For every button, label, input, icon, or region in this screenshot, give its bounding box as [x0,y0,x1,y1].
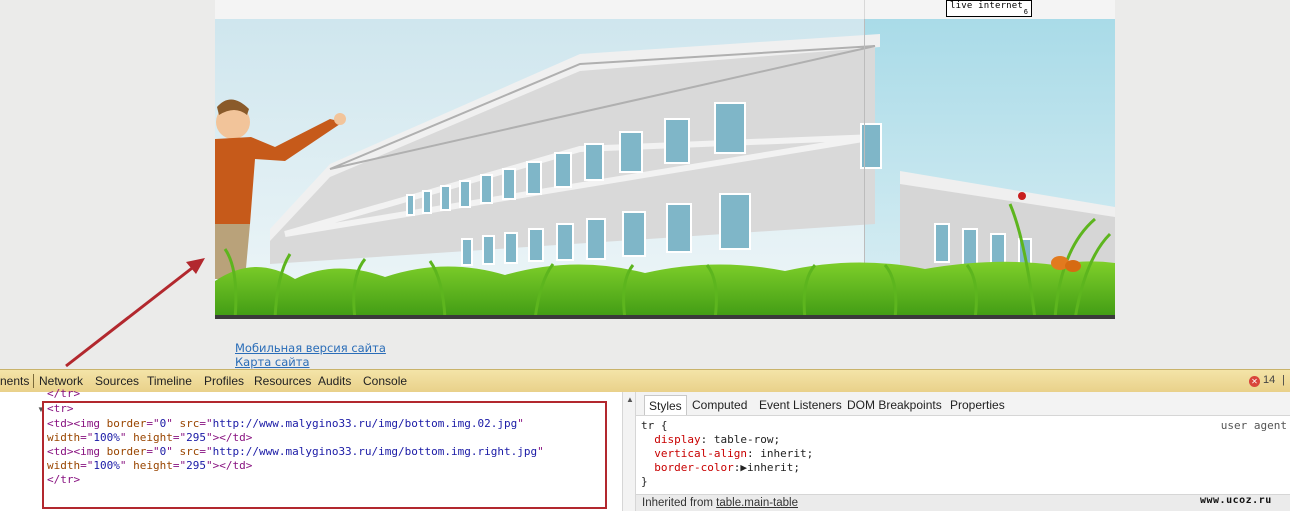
tab-event-listeners[interactable]: Event Listeners [759,398,842,412]
sitemap-link[interactable]: Карта сайта [235,355,386,369]
tab-network[interactable]: Network [39,374,83,388]
ladybug [1018,192,1026,200]
ucoz-watermark: www.ucoz.ru [1200,495,1272,506]
tab-profiles[interactable]: Profiles [204,374,244,388]
tab-timeline[interactable]: Timeline [147,374,192,388]
css-prop-value[interactable]: inherit; [760,447,813,460]
scroll-up-icon[interactable]: ▲ [626,395,634,404]
swatch-triangle-icon[interactable]: ▶ [740,461,747,474]
css-prop-name[interactable]: border-color [654,461,733,474]
tab-properties[interactable]: Properties [950,398,1005,412]
dom-tag: </tr> [47,387,81,400]
banner-illustration [215,19,1115,319]
tab-dom-breakpoints[interactable]: DOM Breakpoints [847,398,942,412]
inherited-label: Inherited from [642,497,717,509]
css-prop-name[interactable]: display [654,433,700,446]
tab-computed[interactable]: Computed [692,398,747,412]
css-prop-name[interactable]: vertical-align [654,447,747,460]
css-prop-value[interactable]: table-row; [714,433,780,446]
inherited-section-header: Inherited from table.main-table [636,494,1290,511]
error-icon: ✕ [1249,376,1260,387]
css-selector: tr { [641,419,668,432]
dom-line[interactable]: </tr> [47,387,80,401]
tab-styles[interactable]: Styles [644,395,687,415]
error-counter[interactable]: ✕ 14 [1249,374,1275,387]
annotation-highlight-box [42,401,607,509]
liveinternet-counter-badge[interactable]: live internet 6 [946,0,1032,17]
toolbar-overflow-icon[interactable]: | [1282,374,1285,386]
rule-origin: user agent [1220,419,1287,432]
tab-console[interactable]: Console [363,374,407,388]
devtools-toolbar: nents Network Sources Timeline Profiles … [0,369,1290,392]
tab-elements[interactable]: nents [0,374,29,388]
school-banner-image [215,19,1115,319]
tab-audits[interactable]: Audits [318,374,351,388]
error-count-value: 14 [1263,374,1276,386]
panel-splitter[interactable]: ▲ [622,392,636,511]
column-divider [864,0,865,19]
tab-resources[interactable]: Resources [254,374,311,388]
mobile-version-link[interactable]: Мобильная версия сайта [235,341,386,355]
styles-tab-bar: Styles Computed Event Listeners DOM Brea… [636,392,1290,416]
web-page: live internet 6 Мобильная версия сайта К… [0,0,1290,369]
counter-digit: 6 [1023,8,1028,16]
css-rule[interactable]: tr { display: table-row; vertical-align:… [641,419,813,489]
counter-brand: live internet [950,1,1024,11]
css-rule-close: } [641,475,648,488]
footer-links: Мобильная версия сайта Карта сайта [235,341,386,369]
styles-sidebar: Styles Computed Event Listeners DOM Brea… [636,392,1290,511]
inherited-source-link[interactable]: table.main-table [716,497,798,509]
css-prop-value[interactable]: inherit; [747,461,800,474]
tab-sources[interactable]: Sources [95,374,139,388]
toolbar-separator [33,374,34,388]
